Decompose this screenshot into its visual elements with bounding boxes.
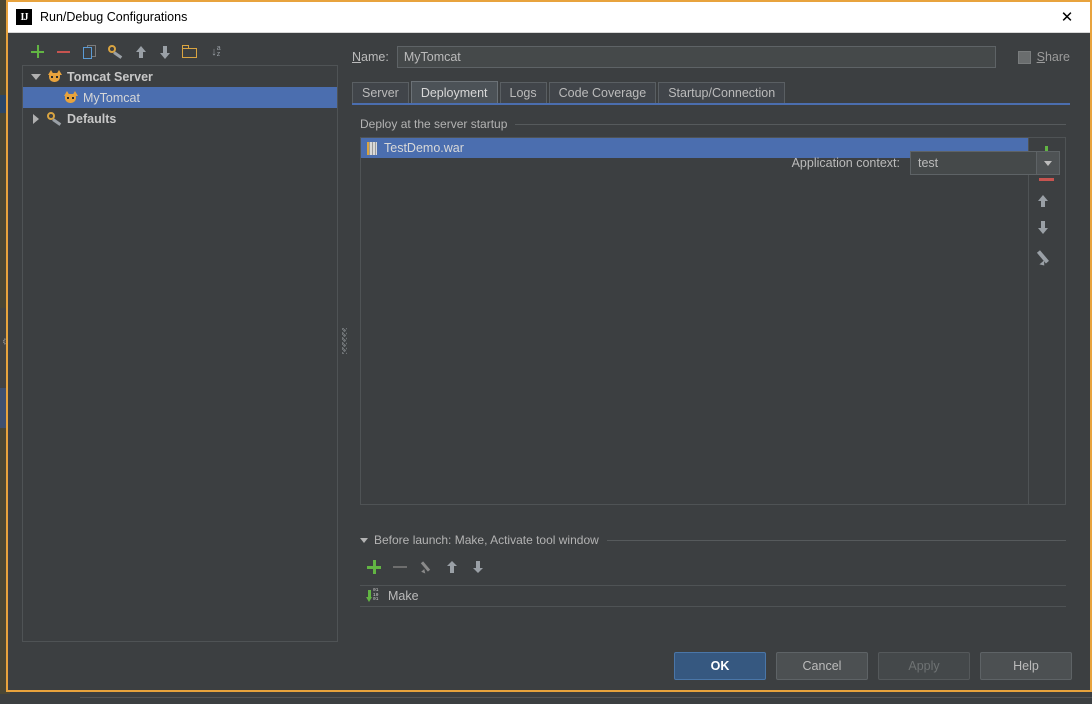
deploy-group-header: Deploy at the server startup xyxy=(360,117,1066,131)
tree-node-mytomcat[interactable]: MyTomcat xyxy=(23,87,337,108)
application-context-value: test xyxy=(918,156,939,170)
configuration-tabs: Server Deployment Logs Code Coverage Sta… xyxy=(352,81,1070,103)
create-folder-button[interactable] xyxy=(182,44,198,60)
deploy-group-title: Deploy at the server startup xyxy=(360,117,508,131)
deployment-side-toolbar xyxy=(1029,138,1065,504)
edit-task-button xyxy=(418,559,434,575)
run-debug-configurations-dialog: IJ Run/Debug Configurations ✕ ↓ a z Tomc… xyxy=(6,0,1092,692)
tree-node-label: Defaults xyxy=(67,111,117,126)
deployment-artifacts-list[interactable]: TestDemo.war xyxy=(361,138,1029,504)
ide-bottom-bar xyxy=(0,694,1092,704)
deploy-at-startup-group: Deploy at the server startup TestDemo.wa… xyxy=(360,117,1066,505)
war-archive-icon xyxy=(367,141,377,155)
before-launch-task-item[interactable]: 01 10 01 Make xyxy=(360,586,1066,606)
before-launch-title: Before launch: Make, Activate tool windo… xyxy=(374,533,599,547)
share-label: Share xyxy=(1036,50,1070,64)
tree-node-label: Tomcat Server xyxy=(67,69,153,84)
close-icon[interactable]: ✕ xyxy=(1044,2,1090,31)
move-artifact-down-button[interactable] xyxy=(1036,220,1058,244)
chevron-right-icon[interactable] xyxy=(29,113,43,124)
configuration-editor-panel: Name: Share Server Deployment Logs Code … xyxy=(352,39,1070,642)
panel-splitter[interactable] xyxy=(340,39,348,642)
add-task-button[interactable] xyxy=(366,559,382,575)
ide-bottom-divider xyxy=(80,697,1092,698)
sort-alphabetically-button[interactable]: ↓ a z xyxy=(208,44,224,60)
application-context-combobox[interactable]: test xyxy=(910,151,1060,175)
chevron-down-icon[interactable] xyxy=(1036,152,1059,174)
ok-button[interactable]: OK xyxy=(674,652,766,680)
tomcat-icon xyxy=(47,69,62,84)
splitter-grip-icon xyxy=(342,327,347,354)
add-configuration-button[interactable] xyxy=(30,44,46,60)
tab-deployment[interactable]: Deployment xyxy=(410,81,498,103)
tab-startup-connection[interactable]: Startup/Connection xyxy=(658,82,786,103)
configurations-tree[interactable]: Tomcat Server MyTomcat Defaults xyxy=(22,65,338,642)
remove-task-button xyxy=(392,559,408,575)
tree-node-tomcat-server[interactable]: Tomcat Server xyxy=(23,66,337,87)
name-label: Name: xyxy=(352,50,389,64)
move-artifact-up-button[interactable] xyxy=(1036,194,1058,218)
move-task-up-button xyxy=(444,559,460,575)
chevron-down-icon[interactable] xyxy=(29,73,43,80)
deployment-tab-panel: Deploy at the server startup TestDemo.wa… xyxy=(352,103,1070,642)
deploy-list-frame: TestDemo.war xyxy=(360,137,1066,505)
before-launch-toolbar xyxy=(360,555,1066,579)
move-down-button[interactable] xyxy=(158,45,172,59)
intellij-idea-icon: IJ xyxy=(16,9,32,25)
move-task-down-button xyxy=(470,559,486,575)
dialog-body: ↓ a z Tomcat Server MyTomcat Defaults Na… xyxy=(8,33,1090,690)
cancel-button[interactable]: Cancel xyxy=(776,652,868,680)
tab-server[interactable]: Server xyxy=(352,82,409,103)
remove-configuration-button[interactable] xyxy=(56,44,72,60)
tab-logs[interactable]: Logs xyxy=(499,82,547,103)
copy-configuration-button[interactable] xyxy=(82,44,98,60)
edit-artifact-button[interactable] xyxy=(1036,246,1058,270)
share-checkbox[interactable] xyxy=(1017,50,1031,64)
dialog-titlebar: IJ Run/Debug Configurations ✕ xyxy=(8,2,1090,33)
wrench-icon xyxy=(47,111,62,126)
name-row: Name: Share xyxy=(352,45,1070,69)
before-launch-task-label: Make xyxy=(388,589,419,603)
dialog-title: Run/Debug Configurations xyxy=(40,10,188,24)
before-launch-task-list[interactable]: 01 10 01 Make xyxy=(360,585,1066,607)
chevron-down-icon[interactable] xyxy=(360,537,368,543)
application-context-row: Application context: test xyxy=(792,151,1060,175)
tree-toolbar: ↓ a z xyxy=(22,39,338,65)
tree-node-label: MyTomcat xyxy=(83,90,140,105)
share-checkbox-row[interactable]: Share xyxy=(1017,50,1070,64)
deployment-item-label: TestDemo.war xyxy=(384,141,464,155)
make-build-icon: 01 10 01 xyxy=(366,588,382,603)
configurations-tree-panel: ↓ a z Tomcat Server MyTomcat Defaults xyxy=(22,39,338,642)
before-launch-header: Before launch: Make, Activate tool windo… xyxy=(360,533,1066,547)
before-launch-section: Before launch: Make, Activate tool windo… xyxy=(360,533,1066,638)
tomcat-icon xyxy=(63,90,78,105)
edit-defaults-button[interactable] xyxy=(108,44,124,60)
move-up-button[interactable] xyxy=(134,45,148,59)
help-button[interactable]: Help xyxy=(980,652,1072,680)
dialog-footer: OK Cancel Apply Help xyxy=(8,642,1090,690)
application-context-label: Application context: xyxy=(791,156,900,170)
name-input[interactable] xyxy=(396,46,996,68)
group-separator-line xyxy=(606,539,1066,541)
apply-button: Apply xyxy=(878,652,970,680)
tree-node-defaults[interactable]: Defaults xyxy=(23,108,337,129)
group-separator-line xyxy=(515,123,1066,125)
tab-code-coverage[interactable]: Code Coverage xyxy=(548,82,657,103)
